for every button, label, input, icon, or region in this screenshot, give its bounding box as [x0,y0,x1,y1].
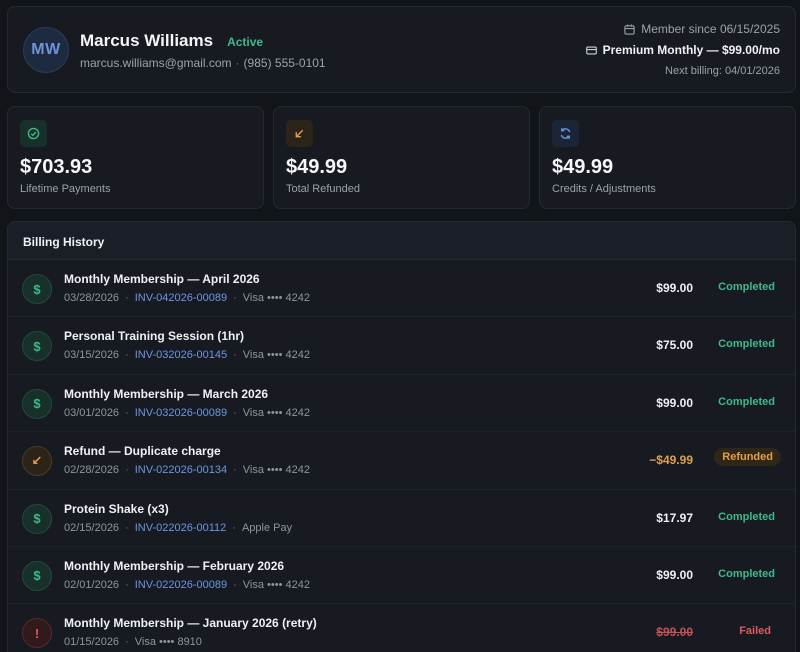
stat-amount: $703.93 [20,156,93,178]
payment-method: Visa •••• 4242 [242,578,310,591]
row-status: Failed [739,625,771,638]
stat-card-total-refunded: $49.99 Total Refunded [273,106,530,209]
arrow-down-left-icon: ↙ [22,446,52,477]
row-title: Monthly Membership — February 2026 [64,558,285,573]
row-date: 03/28/2026 [64,292,120,304]
billing-row[interactable]: $ Protein Shake (x3) 02/15/2026 · INV-0220… [8,490,795,547]
arrow-down-left-icon [286,120,313,147]
dollar-icon: $ [22,274,52,304]
invoice-link[interactable]: INV-022026-00089 [135,579,227,591]
billing-row[interactable]: ! Monthly Membership — January 2026 (ret… [8,604,795,652]
stat-label: Credits / Adjustments [552,183,656,195]
check-circle-icon [20,120,47,147]
phone-text[interactable]: (985) 555-0101 [244,56,326,70]
row-title: Refund — Duplicate charge [64,444,221,459]
billing-row[interactable]: $ Monthly Membership — April 2026 03/28/… [8,260,795,318]
row-amount: $17.97 [656,510,693,525]
invoice-link[interactable]: INV-042026-00089 [135,292,227,304]
row-status: Completed [718,395,775,408]
billing-history-title: Billing History [8,222,795,260]
row-status: Completed [718,281,775,293]
stat-card-credits-adjustments: $49.99 Credits / Adjustments [539,106,796,209]
billing-row[interactable]: $ Monthly Membership — February 2026 02/… [8,547,795,605]
refresh-icon [552,120,579,147]
profile-card: MW Marcus Williams Active marcus.william… [7,6,796,93]
payment-method: Apple Pay [241,521,293,534]
billing-row[interactable]: $ Monthly Membership — March 2026 03/01/… [8,375,795,433]
row-date: 02/28/2026 [64,464,120,477]
alert-circle-icon: ! [22,618,52,649]
stat-label: Total Refunded [286,183,360,195]
row-title: Monthly Membership — April 2026 [64,272,260,286]
row-date: 02/01/2026 [64,578,120,591]
contact-info: marcus.williams@gmail.com · (985) 555-0101 [80,56,326,70]
dollar-icon: $ [22,331,52,362]
payment-method: Visa •••• 8910 [134,636,202,649]
email-text[interactable]: marcus.williams@gmail.com [80,56,232,70]
billing-history-panel: Billing History $ Monthly Membership — A… [7,221,796,652]
invoice-link[interactable]: INV-032026-00145 [135,349,227,361]
row-status: Completed [718,338,775,351]
contact-separator: · [235,56,240,70]
row-title: Protein Shake (x3) [64,501,169,516]
row-title: Monthly Membership — January 2026 (retry… [64,616,317,631]
row-amount: $99.00 [656,625,693,640]
payment-method: Visa •••• 4242 [242,406,310,419]
credit-card-icon [585,45,597,55]
invoice-link[interactable]: INV-022026-00112 [135,522,227,534]
row-amount: $99.00 [656,281,693,295]
row-date: 03/01/2026 [64,406,120,419]
payment-method: Visa •••• 4242 [242,464,310,477]
row-amount: $99.00 [656,395,693,410]
payment-method: Visa •••• 4242 [242,349,310,362]
customer-name: Marcus Williams [80,31,214,50]
row-amount: $75.00 [656,338,693,353]
stat-amount: $49.99 [552,156,614,178]
invoice-link[interactable]: INV-022026-00134 [135,464,227,476]
avatar: MW [23,27,69,73]
row-status: Completed [718,567,775,580]
stat-card-lifetime-payments: $703.93 Lifetime Payments [7,106,264,209]
plan-name: Premium Monthly — $99.00/mo [602,43,780,57]
row-date: 01/15/2026 [64,636,120,649]
row-title: Personal Training Session (1hr) [64,329,245,344]
row-status: Refunded [714,448,781,467]
billing-row[interactable]: ↙ Refund — Duplicate charge 02/28/2026 · I… [8,432,795,490]
stat-label: Lifetime Payments [20,183,111,195]
dollar-icon: $ [22,388,52,419]
invoice-link[interactable]: INV-032026-00089 [135,407,227,419]
row-title: Monthly Membership — March 2026 [64,386,269,401]
payment-method: Visa •••• 4242 [242,292,310,304]
member-since: Member since 06/15/2025 [641,22,780,36]
row-amount: $99.00 [656,567,693,582]
row-date: 02/15/2026 [64,521,120,534]
status-badge: Active [227,35,264,49]
dollar-icon: $ [22,503,52,534]
dollar-icon: $ [22,560,52,591]
stat-amount: $49.99 [286,156,348,178]
row-date: 03/15/2026 [64,349,120,362]
customer-billing-page: MW Marcus Williams Active marcus.william… [0,0,800,652]
calendar-icon [624,23,635,35]
row-amount: −$49.99 [649,453,693,468]
row-status: Completed [718,510,775,523]
next-billing: Next billing: 04/01/2026 [665,65,780,77]
billing-row[interactable]: $ Personal Training Session (1hr) 03/15/… [8,317,795,375]
